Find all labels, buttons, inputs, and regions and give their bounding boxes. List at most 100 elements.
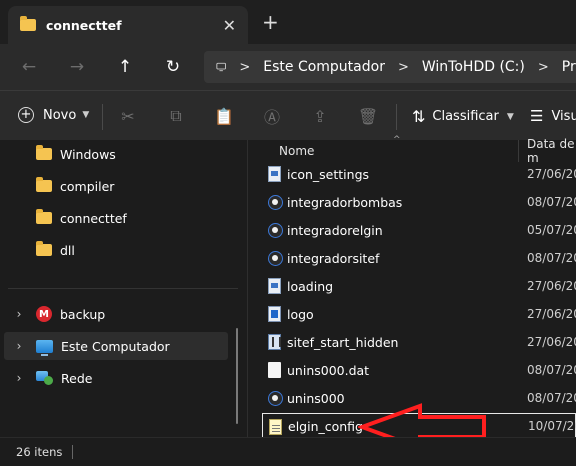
sidebar-item-este-computador[interactable]: › Este Computador bbox=[4, 332, 228, 360]
folder-icon bbox=[36, 209, 52, 224]
file-name: unins000.dat bbox=[287, 362, 370, 378]
view-button-label: Visu bbox=[551, 108, 576, 124]
sidebar-item-connecttef[interactable]: connecttef bbox=[0, 204, 240, 232]
breadcrumb-este-computador[interactable]: Este Computador bbox=[263, 59, 385, 75]
file-name: integradorbombas bbox=[287, 194, 403, 210]
tab-strip: connecttef ✕ + bbox=[0, 0, 576, 44]
up-arrow-icon[interactable]: ↑ bbox=[112, 54, 138, 80]
new-button-label: Novo bbox=[43, 107, 77, 123]
executable-icon bbox=[268, 251, 283, 266]
folder-icon bbox=[36, 177, 52, 192]
file-name: unins000 bbox=[287, 390, 345, 406]
executable-icon bbox=[268, 195, 283, 210]
folder-icon bbox=[20, 16, 36, 31]
network-icon bbox=[36, 371, 53, 385]
item-count: 26 itens bbox=[16, 445, 63, 459]
file-date: 27/06/202 bbox=[527, 167, 576, 181]
paste-icon[interactable]: 📋 bbox=[214, 106, 234, 126]
config-file-icon bbox=[268, 278, 281, 294]
view-button[interactable]: ☰ Visu bbox=[530, 107, 576, 125]
file-name: icon_settings bbox=[287, 166, 370, 182]
sidebar-item-rede[interactable]: › Rede bbox=[0, 364, 240, 392]
sort-button[interactable]: ⇅ Classificar ▼ bbox=[412, 107, 514, 126]
status-bar: 26 itens bbox=[0, 437, 576, 466]
file-name: logo bbox=[287, 306, 314, 322]
pane-divider[interactable] bbox=[247, 140, 248, 437]
breadcrumb-separator: > bbox=[239, 59, 251, 75]
sidebar-item-backup[interactable]: › M backup bbox=[0, 300, 240, 328]
table-row[interactable]: logo 27/06/202 bbox=[262, 300, 576, 328]
close-tab-icon[interactable]: ✕ bbox=[223, 16, 236, 35]
cut-icon[interactable]: ✂ bbox=[118, 106, 138, 126]
file-name: elgin_config bbox=[288, 418, 363, 434]
file-date: 08/07/202 bbox=[527, 391, 576, 405]
folder-icon bbox=[36, 241, 52, 256]
table-row[interactable]: integradorsitef 08/07/202 bbox=[262, 244, 576, 272]
table-row[interactable]: icon_settings 27/06/202 bbox=[262, 160, 576, 188]
chevron-down-icon: ▼ bbox=[506, 111, 514, 122]
script-file-icon bbox=[268, 334, 281, 350]
folder-icon bbox=[36, 145, 52, 160]
status-divider bbox=[72, 445, 74, 459]
breadcrumb-separator: > bbox=[397, 59, 409, 75]
sidebar-item-label: connecttef bbox=[60, 210, 127, 226]
sidebar-scrollbar[interactable] bbox=[236, 328, 238, 424]
sidebar-item-compiler[interactable]: compiler bbox=[0, 172, 240, 200]
chevron-right-icon[interactable]: › bbox=[12, 339, 26, 353]
sidebar-item-label: Rede bbox=[61, 370, 93, 386]
forward-arrow-icon[interactable]: → bbox=[64, 54, 90, 80]
breadcrumb-separator: > bbox=[537, 59, 549, 75]
file-date: 27/06/202 bbox=[527, 279, 576, 293]
tab-title: connecttef bbox=[46, 17, 122, 33]
table-row[interactable]: sitef_start_hidden 27/06/202 bbox=[262, 328, 576, 356]
tab-connecttef[interactable]: connecttef ✕ bbox=[8, 6, 248, 44]
sidebar-item-label: Este Computador bbox=[61, 338, 170, 354]
file-name: integradorsitef bbox=[287, 250, 380, 266]
table-row[interactable]: integradorelgin 05/07/202 bbox=[262, 216, 576, 244]
table-row[interactable]: loading 27/06/202 bbox=[262, 272, 576, 300]
delete-icon[interactable]: 🗑 bbox=[358, 106, 378, 126]
chevron-right-icon[interactable]: › bbox=[12, 307, 26, 321]
share-icon[interactable]: ⇪ bbox=[310, 106, 330, 126]
chevron-right-icon[interactable]: › bbox=[12, 371, 26, 385]
toolbar-divider bbox=[102, 104, 103, 130]
sidebar-item-dll[interactable]: dll bbox=[0, 236, 240, 264]
file-name: sitef_start_hidden bbox=[287, 334, 399, 350]
rename-icon[interactable]: Ⓐ bbox=[262, 106, 282, 127]
file-date: 08/07/202 bbox=[527, 363, 576, 377]
address-bar[interactable]: > Este Computador > WinToHDD (C:) > Pro bbox=[204, 51, 576, 83]
file-date: 08/07/202 bbox=[527, 195, 576, 209]
sort-icon: ⇅ bbox=[412, 107, 426, 126]
notepad-file-icon bbox=[269, 419, 282, 435]
file-date: 08/07/202 bbox=[527, 251, 576, 265]
column-header-name[interactable]: Nome bbox=[279, 140, 314, 162]
command-bar: + Novo ▼ ✂ ⧉ 📋 Ⓐ ⇪ 🗑 ⇅ Classificar ▼ ☰ V… bbox=[0, 90, 576, 140]
back-arrow-icon[interactable]: ← bbox=[16, 54, 42, 80]
table-row[interactable]: integradorbombas 08/07/202 bbox=[262, 188, 576, 216]
file-date: 05/07/202 bbox=[527, 223, 576, 237]
new-tab-icon[interactable]: + bbox=[262, 12, 279, 32]
sidebar-item-label: compiler bbox=[60, 178, 115, 194]
column-header-date[interactable]: Data de m bbox=[518, 137, 576, 165]
blank-file-icon bbox=[268, 362, 281, 378]
breadcrumb-wintohdd[interactable]: WinToHDD (C:) bbox=[422, 59, 525, 75]
table-row[interactable]: unins000.dat 08/07/202 bbox=[262, 356, 576, 384]
sidebar-item-label: Windows bbox=[60, 146, 116, 162]
config-file-icon bbox=[268, 166, 281, 182]
sidebar-divider bbox=[8, 288, 238, 289]
file-name: integradorelgin bbox=[287, 222, 383, 238]
executable-icon bbox=[268, 391, 283, 406]
sort-ascending-icon: ^ bbox=[393, 135, 401, 145]
plus-icon: + bbox=[18, 107, 34, 123]
navigation-bar: ← → ↑ ↻ > Este Computador > WinToHDD (C:… bbox=[0, 44, 576, 90]
new-button[interactable]: + Novo ▼ bbox=[18, 107, 89, 123]
sidebar-item-windows[interactable]: Windows bbox=[0, 140, 240, 168]
breadcrumb-program-files[interactable]: Pro bbox=[562, 59, 576, 75]
copy-icon[interactable]: ⧉ bbox=[166, 106, 186, 126]
sort-button-label: Classificar bbox=[432, 109, 499, 124]
file-date: 27/06/202 bbox=[527, 335, 576, 349]
file-date: 27/06/202 bbox=[527, 307, 576, 321]
refresh-icon[interactable]: ↻ bbox=[160, 54, 186, 80]
mega-icon: M bbox=[36, 306, 52, 322]
computer-icon bbox=[36, 339, 53, 356]
